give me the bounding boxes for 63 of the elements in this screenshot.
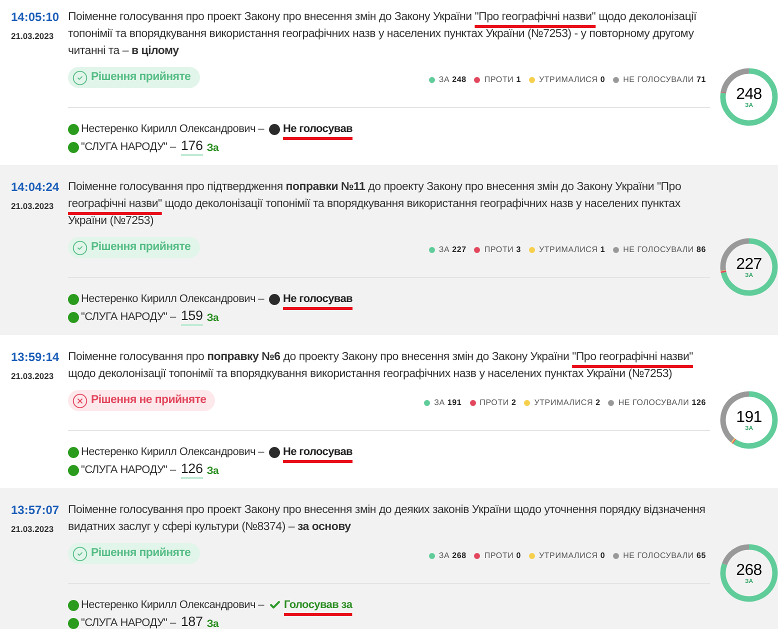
faction-name: "СЛУГА НАРОДУ" – bbox=[81, 462, 176, 478]
deputy-name: Нестеренко Кирилл Олександрович – bbox=[81, 292, 264, 307]
vote-status: Не голосував bbox=[282, 292, 353, 307]
faction-vote-count[interactable]: 176 bbox=[180, 138, 203, 156]
decision-label: Рішення прийняте bbox=[91, 240, 191, 255]
decision-label: Рішення прийняте bbox=[91, 70, 191, 85]
decision-label: Рішення прийняте bbox=[91, 546, 191, 561]
legend-label: НЕ ГОЛОСУВАЛИ 86 bbox=[623, 244, 706, 254]
x-circle-icon bbox=[72, 392, 88, 408]
donut-tick bbox=[731, 438, 736, 444]
faction-vote-count[interactable]: 187 bbox=[180, 614, 203, 629]
donut-tick bbox=[720, 92, 726, 94]
legend-label: УТРИМАЛИСЯ 0 bbox=[538, 74, 606, 84]
donut-total: 191 bbox=[736, 409, 762, 426]
vote-date: 21.03.2023 bbox=[11, 31, 54, 42]
legend-label: ЗА 268 bbox=[438, 550, 466, 560]
legend-label: НЕ ГОЛОСУВАЛИ 126 bbox=[618, 398, 706, 408]
legend-label: УТРИМАЛИСЯ 2 bbox=[534, 398, 600, 408]
legend-label: ЗА 191 bbox=[434, 398, 462, 408]
legend-label: ПРОТИ 2 bbox=[480, 398, 516, 408]
faction-name: "СЛУГА НАРОДУ" – bbox=[81, 310, 176, 325]
vote-date: 21.03.2023 bbox=[11, 524, 54, 535]
check-circle-icon bbox=[72, 240, 88, 256]
donut-tick bbox=[720, 270, 726, 274]
vote-time: 14:04:24 bbox=[11, 180, 60, 195]
faction-vote-label: За bbox=[206, 616, 219, 629]
legend-label: ПРОТИ 1 bbox=[484, 74, 521, 84]
faction-name: "СЛУГА НАРОДУ" – bbox=[81, 140, 176, 155]
legend-label: ЗА 227 bbox=[438, 244, 466, 254]
vote-description: Поіменне голосування про проект Закону про внесення змін до Закону України "Про географічні назви" щодо деколонізації топонімії та впорядкування використання географічних назв у населених пунктах України (№7253) - у повторному другому читанні та – в цілому bbox=[68, 10, 698, 59]
legend-label: УТРИМАЛИСЯ 0 bbox=[538, 550, 606, 560]
faction-name: "СЛУГА НАРОДУ" – bbox=[81, 616, 176, 629]
deputy-name: Нестеренко Кирилл Олександрович – bbox=[81, 598, 264, 613]
check-circle-icon bbox=[72, 546, 88, 562]
decision-label: Рішення не прийняте bbox=[91, 393, 206, 408]
vote-description: Поіменне голосування про поправку №6 до проекту Закону про внесення змін до Закону України "Про географічні назви" щодо деколонізації топонімії та впорядкування використання географічних назв у населених пунктах України (№7253) bbox=[68, 350, 694, 382]
vote-description: Поіменне голосування про проект Закону про внесення змін до деяких законів України щодо уточнення порядку відзначення видатних заслуг у сфері культури (№8374) – за основу bbox=[68, 503, 706, 535]
faction-vote-label: За bbox=[206, 140, 219, 156]
vote-status: Не голосував bbox=[282, 122, 353, 137]
vote-status: Не голосував bbox=[282, 444, 353, 460]
vote-status: Голосував за bbox=[284, 598, 352, 613]
vote-description: Поіменне голосування про підтвердження поправки №11 до проекту Закону про внесення змін до Закону України "Про географічні назви" щодо деколонізації топонімії та впорядкування використання географічних назв у населених пунктах України (№7253) bbox=[68, 180, 682, 229]
legend-label: ПРОТИ 3 bbox=[484, 244, 521, 254]
legend-label: НЕ ГОЛОСУВАЛИ 65 bbox=[623, 550, 706, 560]
deputy-name: Нестеренко Кирилл Олександрович – bbox=[81, 122, 264, 137]
faction-vote-count[interactable]: 159 bbox=[180, 308, 203, 326]
legend-label: ПРОТИ 0 bbox=[484, 550, 521, 560]
legend-label: ЗА 248 bbox=[438, 74, 466, 84]
donut-total: 227 bbox=[736, 256, 762, 273]
donut-total: 268 bbox=[736, 562, 762, 579]
donut-total: 248 bbox=[736, 86, 762, 103]
vote-time: 14:05:10 bbox=[11, 10, 60, 25]
legend-label: УТРИМАЛИСЯ 1 bbox=[538, 244, 606, 254]
faction-vote-count[interactable]: 126 bbox=[180, 461, 203, 479]
faction-vote-label: За bbox=[206, 310, 219, 326]
faction-vote-label: За bbox=[206, 464, 219, 479]
vote-date: 21.03.2023 bbox=[11, 201, 54, 212]
vote-time: 13:59:14 bbox=[11, 350, 60, 365]
deputy-name: Нестеренко Кирилл Олександрович – bbox=[81, 444, 264, 460]
legend-label: НЕ ГОЛОСУВАЛИ 71 bbox=[623, 74, 706, 84]
vote-time: 13:57:07 bbox=[11, 503, 60, 518]
check-circle-icon bbox=[72, 70, 88, 86]
vote-date: 21.03.2023 bbox=[11, 371, 54, 382]
